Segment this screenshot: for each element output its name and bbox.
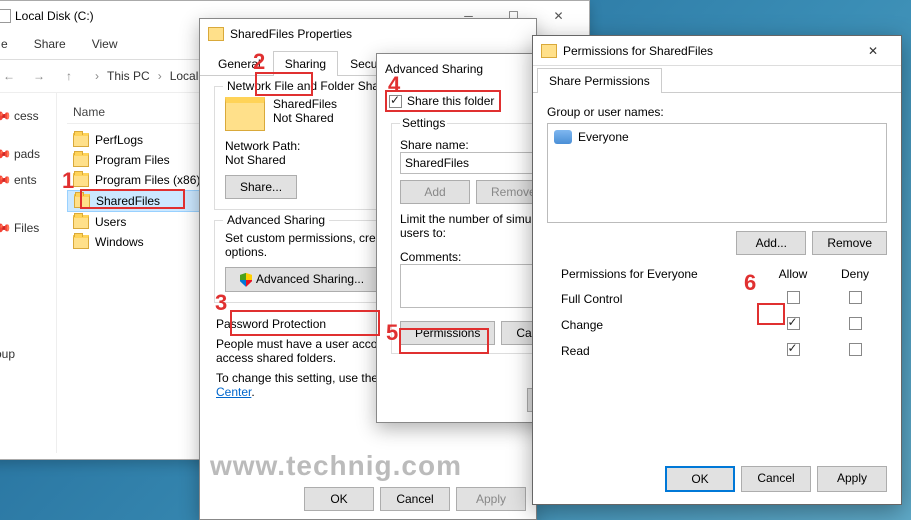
permissions-table: Permissions for Everyone Allow Deny Full… <box>547 261 887 365</box>
allow-full-control-checkbox[interactable] <box>787 291 800 304</box>
ok-button[interactable]: OK <box>304 487 374 511</box>
folder-icon <box>73 153 89 167</box>
tab-sharing[interactable]: Sharing <box>273 51 338 76</box>
ribbon-tab-view[interactable]: View <box>88 33 122 55</box>
add-user-button[interactable]: Add... <box>736 231 806 255</box>
breadcrumb[interactable]: This PC <box>107 69 150 83</box>
shield-icon <box>240 273 252 287</box>
properties-titlebar[interactable]: SharedFiles Properties <box>200 19 536 49</box>
deny-change-checkbox[interactable] <box>849 317 862 330</box>
folder-icon <box>74 194 90 208</box>
explorer-title: Local Disk (C:) <box>15 9 94 23</box>
remove-user-button[interactable]: Remove <box>812 231 887 255</box>
close-button[interactable]: ✕ <box>536 2 581 30</box>
permissions-title: Permissions for SharedFiles <box>563 44 713 58</box>
watermark: www.technig.com <box>210 450 462 482</box>
folder-icon <box>73 133 89 147</box>
perm-row-full-control: Full Control <box>549 287 885 311</box>
cancel-button[interactable]: Cancel <box>741 466 811 492</box>
advanced-sharing-button[interactable]: Advanced Sharing... <box>225 267 379 292</box>
share-button[interactable]: Share... <box>225 175 297 199</box>
apply-button[interactable]: Apply <box>817 466 887 492</box>
folder-icon-large <box>225 97 265 131</box>
perm-row-read: Read <box>549 339 885 363</box>
ribbon-tab-file[interactable]: e <box>0 33 12 55</box>
nav-item: 📌ents <box>0 167 56 193</box>
folder-icon <box>73 215 89 229</box>
tab-share-permissions[interactable]: Share Permissions <box>537 68 662 93</box>
folder-icon <box>73 235 89 249</box>
folder-icon <box>73 173 89 187</box>
advanced-sharing-title: Advanced Sharing <box>385 62 483 76</box>
permissions-titlebar[interactable]: Permissions for SharedFiles ✕ <box>533 36 901 66</box>
tab-general[interactable]: General <box>206 51 273 76</box>
ok-button[interactable]: OK <box>665 466 735 492</box>
apply-button[interactable]: Apply <box>456 487 526 511</box>
list-item-everyone[interactable]: Everyone <box>552 128 882 146</box>
folder-icon <box>541 44 557 58</box>
allow-change-checkbox[interactable] <box>787 317 800 330</box>
nav-back-icon[interactable]: ← <box>0 64 21 88</box>
checkbox-icon <box>389 95 402 108</box>
nav-item: oup <box>0 341 56 367</box>
nav-item: 📌Files <box>0 215 56 241</box>
properties-title: SharedFiles Properties <box>230 27 352 41</box>
folder-icon <box>208 27 224 41</box>
perm-row-change: Change <box>549 313 885 337</box>
cancel-button[interactable]: Cancel <box>380 487 450 511</box>
deny-full-control-checkbox[interactable] <box>849 291 862 304</box>
close-button[interactable]: ✕ <box>853 37 893 65</box>
permissions-for-label: Permissions for Everyone <box>549 263 761 285</box>
users-listbox[interactable]: Everyone <box>547 123 887 223</box>
users-group-icon <box>554 130 572 144</box>
nav-item: 📌cess <box>0 103 56 129</box>
explorer-nav-pane[interactable]: 📌cess 📌pads 📌ents 📌Files oup <box>0 93 57 453</box>
permissions-dialog: Permissions for SharedFiles ✕ Share Perm… <box>532 35 902 505</box>
allow-read-checkbox[interactable] <box>787 343 800 356</box>
group-or-users-label: Group or user names: <box>547 105 887 119</box>
share-folder-name: SharedFiles <box>273 97 337 111</box>
nav-up-icon[interactable]: ↑ <box>57 64 81 88</box>
deny-header: Deny <box>825 263 885 285</box>
drive-icon <box>0 9 11 23</box>
permissions-button[interactable]: Permissions <box>400 321 495 345</box>
nav-fwd-icon[interactable]: → <box>27 64 51 88</box>
ribbon-tab-share[interactable]: Share <box>30 33 70 55</box>
share-status: Not Shared <box>273 111 337 125</box>
allow-header: Allow <box>763 263 823 285</box>
nav-item: 📌pads <box>0 141 56 167</box>
add-share-button[interactable]: Add <box>400 180 470 204</box>
deny-read-checkbox[interactable] <box>849 343 862 356</box>
